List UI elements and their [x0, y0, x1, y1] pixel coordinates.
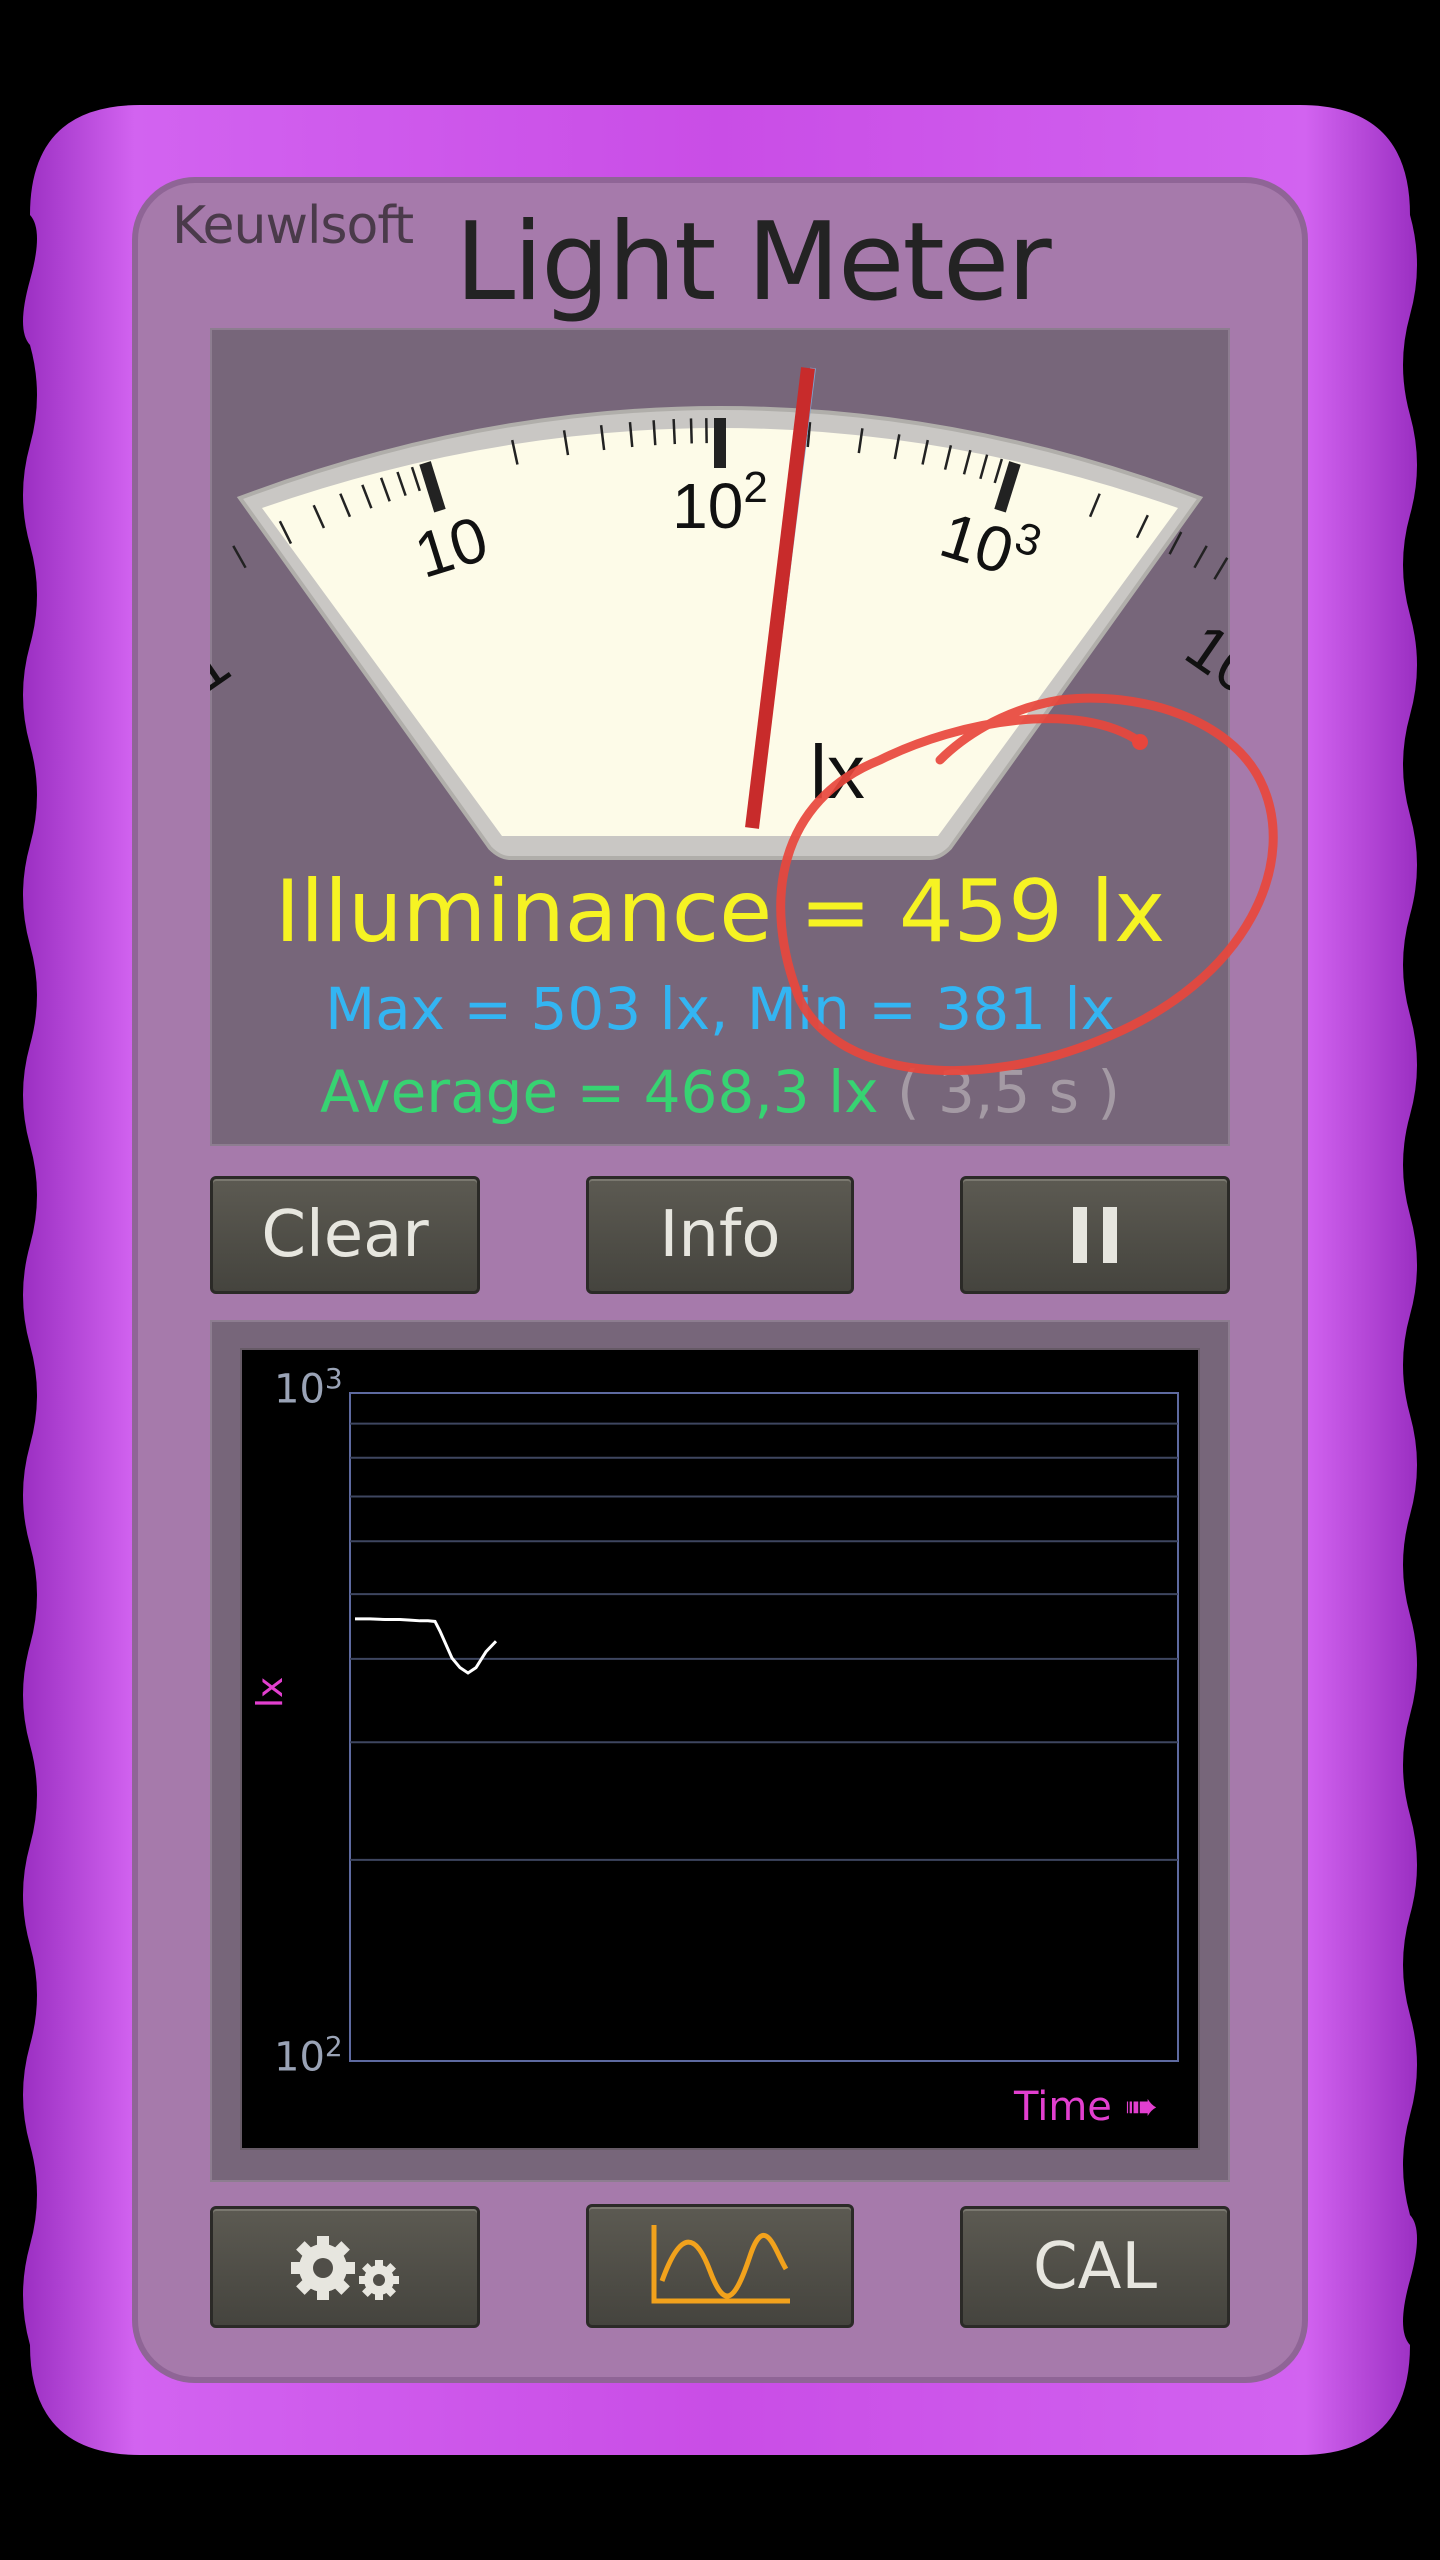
cal-button[interactable]: CAL	[960, 2206, 1230, 2328]
illuminance-readout: Illuminance = 459 lx	[274, 862, 1166, 962]
dial-minor-tick	[1193, 545, 1208, 569]
pause-button[interactable]	[960, 1176, 1230, 1294]
dial-minor-tick	[232, 545, 247, 569]
brand-logo: Keuwlsoft	[172, 196, 414, 256]
graph-y-bottom-label: 102	[274, 2030, 343, 2081]
max-min-readout: Max = 503 lx, Min = 381 lx	[325, 975, 1115, 1043]
dial-unit: lx	[810, 730, 865, 815]
dial-scale-label: 104	[1173, 604, 1230, 723]
graph-icon	[651, 2225, 790, 2304]
clear-button[interactable]: Clear	[210, 1176, 480, 1294]
graph-x-label: Time ➠	[1014, 2084, 1159, 2130]
dial-minor-tick	[672, 419, 677, 445]
app-title: Light Meter	[455, 200, 1052, 325]
average-value: Average = 468,3 lx	[319, 1058, 879, 1126]
dial-minor-tick	[1213, 557, 1229, 580]
dial-minor-tick	[652, 420, 657, 446]
info-button[interactable]: Info	[586, 1176, 854, 1294]
settings-button[interactable]	[210, 2206, 480, 2328]
graph-y-unit: lx	[250, 1676, 291, 1708]
graph-view-button[interactable]	[586, 2204, 854, 2328]
pause-icon	[1073, 1207, 1117, 1263]
dial-minor-tick	[689, 418, 693, 444]
average-readout: Average = 468,3 lx ( 3,5 s )	[210, 1058, 1230, 1126]
history-graph	[240, 1348, 1200, 2150]
average-duration: ( 3,5 s )	[896, 1058, 1121, 1126]
graph-y-top-label: 103	[274, 1362, 343, 1413]
gears-icon	[291, 2236, 399, 2300]
dial-scale-label: 1	[210, 626, 242, 705]
